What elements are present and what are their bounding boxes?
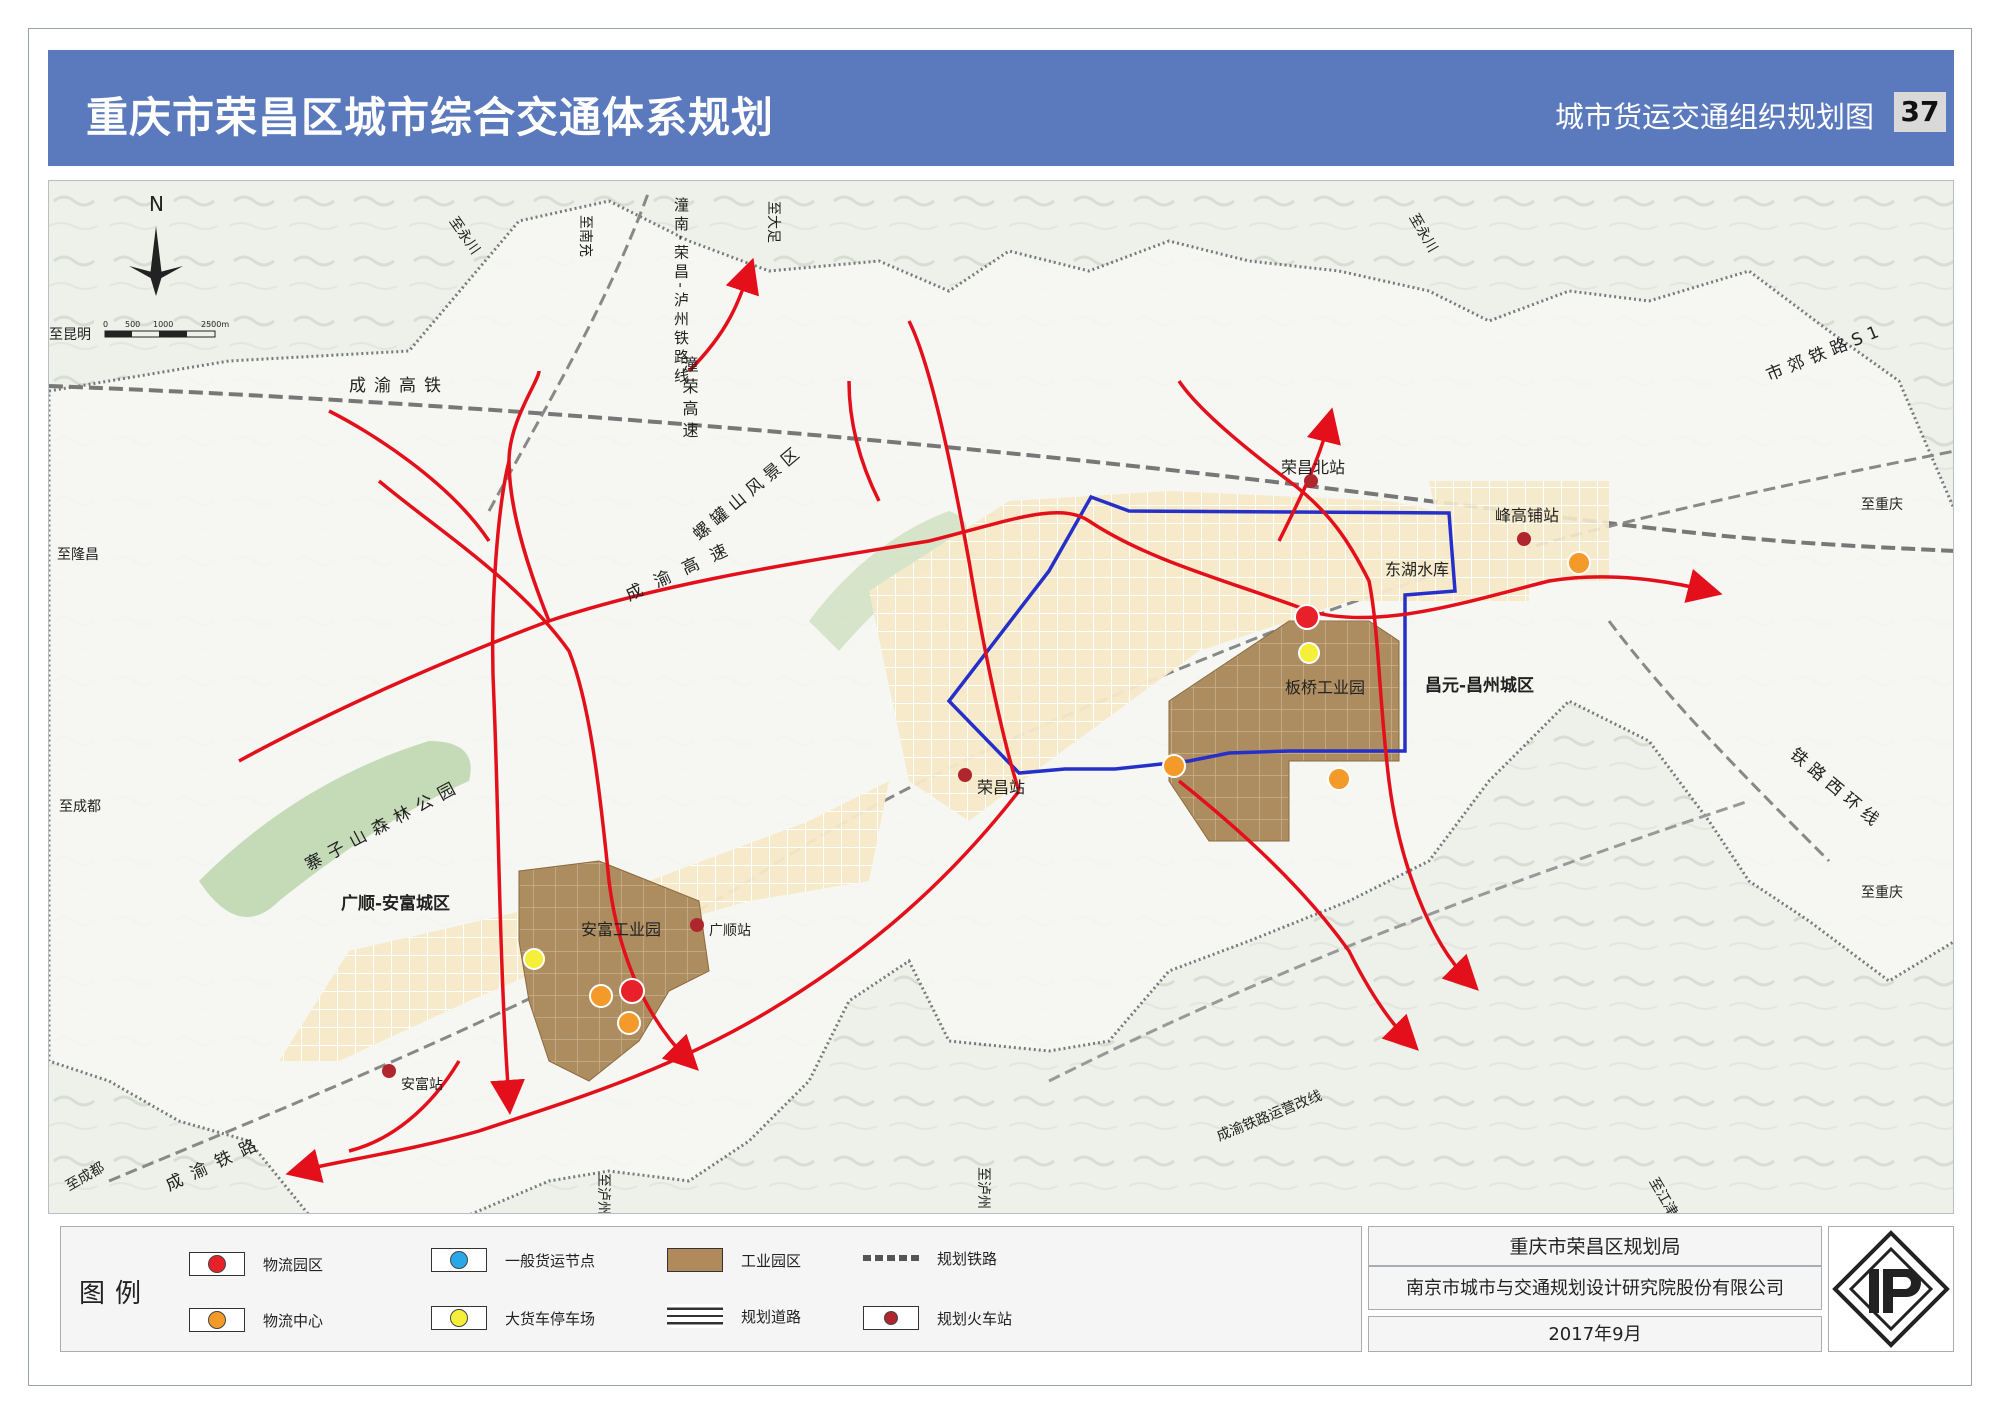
logistics-park-marker[interactable] [1294,604,1320,630]
label-changyuan: 昌元-昌州城区 [1425,676,1534,696]
legend-symbol [189,1308,245,1332]
logistics-center-marker[interactable] [1567,551,1591,575]
legend-symbol [863,1306,919,1330]
label-guangshun-station: 广顺站 [709,923,751,939]
legend-symbol [431,1248,487,1272]
label-rongchang-north: 荣昌北站 [1281,458,1345,477]
scale-label-end: 2500m [201,320,229,329]
label-donghu: 东湖水库 [1385,560,1449,579]
dir-to-chongqing-1: 至重庆 [1861,497,1903,513]
legend-label: 规划道路 [741,1307,802,1326]
legend-label: 规划火车站 [937,1309,1013,1328]
legend-item-logistics-center: 物流中心 [189,1305,323,1335]
north-label: N [149,192,164,216]
label-anfu-park: 安富工业园 [581,920,661,939]
title-banner: 重庆市荣昌区城市综合交通体系规划 城市货运交通组织规划图 37 [48,50,1954,166]
legend-symbol [667,1304,723,1328]
dir-to-dazu: 至大足 [765,201,781,243]
credit-date: 2017年9月 [1368,1316,1822,1352]
page-number-badge: 37 [1894,92,1946,132]
dir-to-luzhou-1: 至泸州 [595,1173,611,1214]
logistics-center-marker[interactable] [1327,767,1351,791]
legend-item-planned-rail: 规划铁路 [863,1243,997,1273]
dir-to-chengdu-1: 至成都 [59,799,101,815]
label-anfu-station: 安富站 [401,1076,443,1093]
dir-to-longchang: 至隆昌 [57,547,99,563]
label-rongchang-station: 荣昌站 [977,778,1025,797]
legend-symbol [431,1306,487,1330]
legend-item-planned-road: 规划道路 [667,1301,801,1331]
legend-item-logistics-park: 物流园区 [189,1249,323,1279]
page-title: 重庆市荣昌区城市综合交通体系规划 [86,93,775,142]
logistics-park-marker[interactable] [619,978,645,1004]
map-canvas[interactable]: N 0 500 1000 2500m 至昆明 至永川 至南充 至大足 至永川 至… [48,180,1954,1214]
legend-item-freight-node: 一般货运节点 [431,1245,595,1275]
legend-label: 物流中心 [263,1311,324,1330]
label-chengyu-hsr: 成渝高铁 [349,376,449,396]
logistics-center-marker[interactable] [1162,754,1186,778]
legend-item-train-station: 规划火车站 [863,1303,1012,1333]
scale-label-0: 0 [103,320,108,329]
logistics-center-marker[interactable] [617,1011,641,1035]
legend-title: 图例 [79,1279,152,1309]
legend-label: 物流园区 [263,1255,324,1274]
dir-to-left-top: 至昆明 [49,327,91,343]
dir-to-nanchong: 至南充 [577,215,593,257]
scale-label-500: 500 [125,320,140,329]
truck-parking-marker[interactable] [523,948,545,970]
dir-to-chongqing-2: 至重庆 [1861,885,1903,901]
legend-symbol [189,1252,245,1276]
train-station-marker[interactable] [690,918,704,932]
legend-item-industrial-park: 工业园区 [667,1245,801,1275]
legend-item-truck-parking: 大货车停车场 [431,1303,595,1333]
legend-label: 大货车停车场 [505,1309,596,1328]
map-subtitle: 城市货运交通组织规划图 [1554,100,1874,134]
scale-label-1000: 1000 [153,320,173,329]
institute-logo [1828,1226,1954,1352]
truck-parking-marker[interactable] [1298,642,1320,664]
legend-symbol [863,1255,919,1261]
legend-label: 规划铁路 [937,1249,998,1268]
legend-label: 工业园区 [741,1251,802,1270]
train-station-marker[interactable] [958,768,972,782]
credits-panel: 重庆市荣昌区规划局 南京市城市与交通规划设计研究院股份有限公司 2017年9月 [1368,1226,1822,1352]
train-station-marker[interactable] [382,1064,396,1078]
label-guangshun-anfu: 广顺-安富城区 [341,893,450,914]
dir-to-luzhou-2: 至泸州 [975,1167,991,1209]
legend-symbol [667,1248,723,1272]
train-station-marker[interactable] [1517,532,1531,546]
logistics-center-marker[interactable] [589,984,613,1008]
legend-label: 一般货运节点 [505,1251,596,1270]
label-fenggaopu: 峰高铺站 [1495,506,1559,525]
credit-client: 重庆市荣昌区规划局 [1368,1226,1822,1266]
label-banqiao: 板桥工业园 [1285,678,1365,697]
legend-panel: 图例 物流园区 物流中心 一般货运节点 大货车停车场 工业园区 规划道路 规划铁… [60,1226,1362,1352]
logo-icon [1832,1230,1950,1348]
map-svg: N 0 500 1000 2500m 至昆明 至永川 至南充 至大足 至永川 至… [49,181,1953,1214]
credit-designer: 南京市城市与交通规划设计研究院股份有限公司 [1368,1266,1822,1310]
label-tongnan-rail: 潼南-荣昌-泸州铁路线 [672,196,690,387]
